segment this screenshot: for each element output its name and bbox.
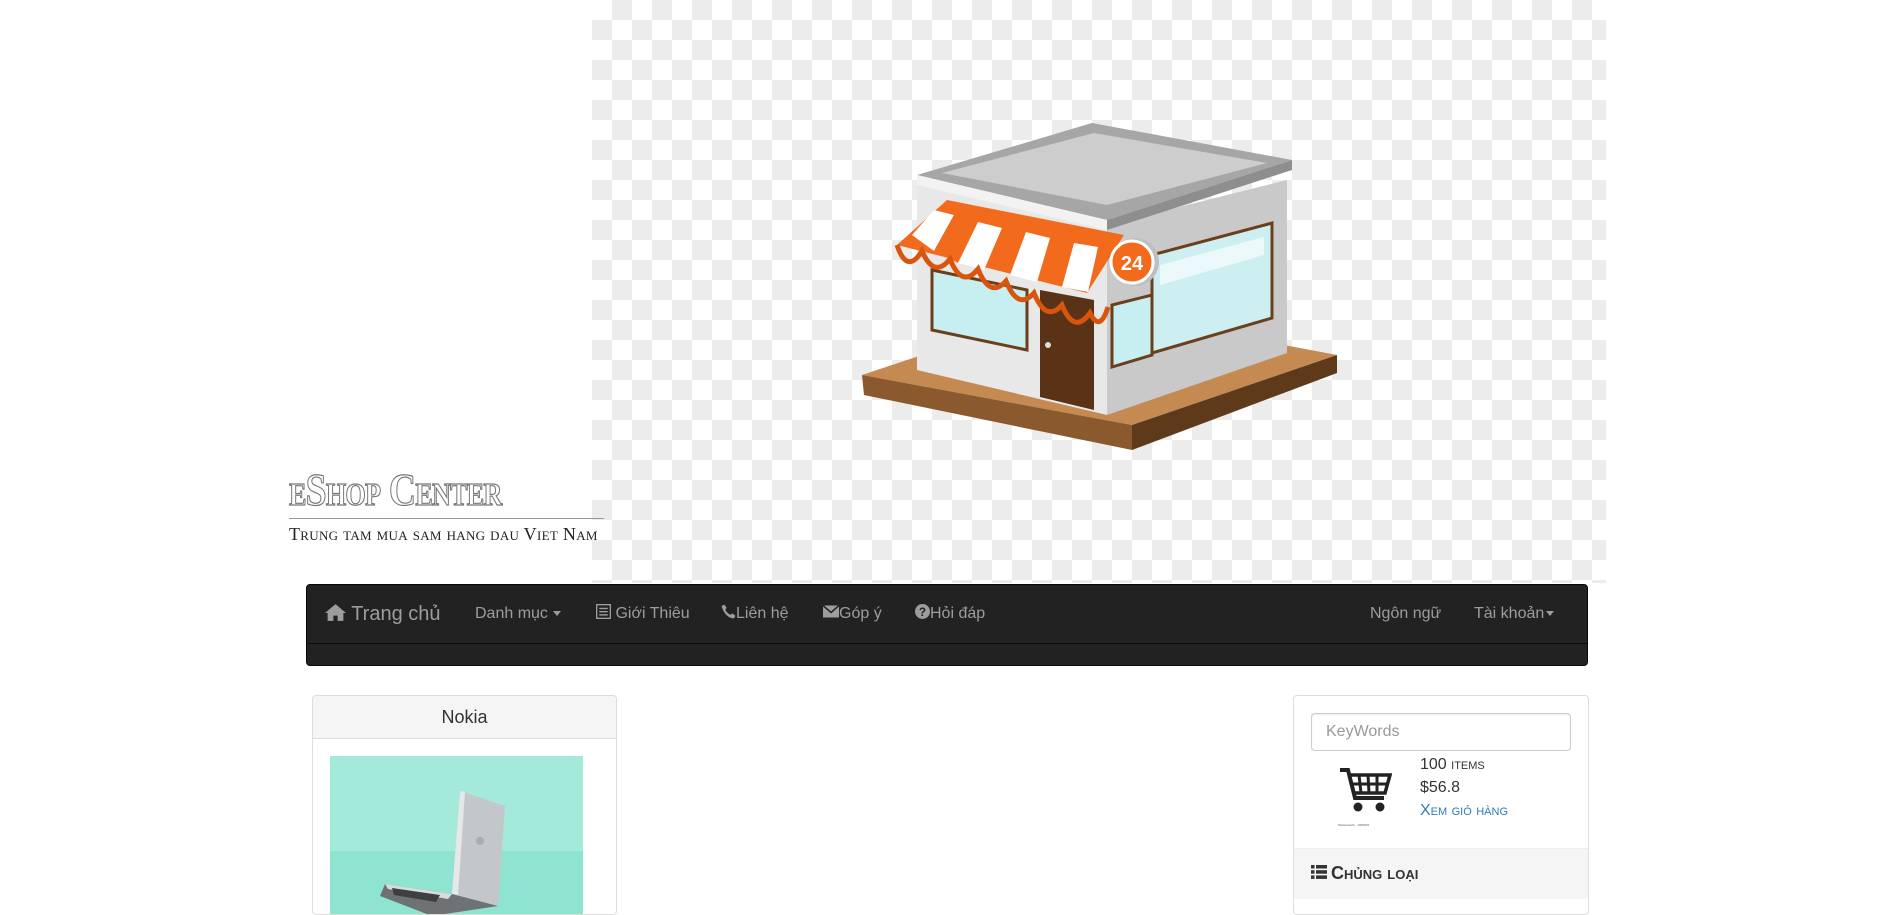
header-banner: 24 [592,0,1606,583]
nav-hoi-dap[interactable]: ? Hỏi đáp [915,585,985,643]
nav-ngon-ngu[interactable]: Ngôn ngữ [1370,585,1441,643]
product-image[interactable] [330,756,583,914]
cart-count-unit: items [1451,756,1485,773]
shopping-cart-icon[interactable] [1338,766,1392,814]
search-input[interactable] [1311,713,1571,751]
phone-icon [721,604,736,619]
home-icon [325,604,346,622]
sidebar-panel: Shutterstock · 1005015 100 items $56.8 X… [1293,695,1589,915]
product-panel-title: Nokia [313,696,616,739]
nav-hoi-dap-label: Hỏi đáp [930,605,986,622]
view-cart-link[interactable]: Xem giỏ hàng [1420,799,1508,822]
svg-text:?: ? [919,606,926,619]
nav-ngon-ngu-label: Ngôn ngữ [1370,605,1442,622]
nav-gioi-thieu-label: Giới Thiêu [615,605,690,622]
caret-down-icon [552,611,561,617]
nav-gop-y-label: Góp ý [839,605,882,622]
list-icon [1311,865,1327,880]
svg-text:24: 24 [1121,253,1144,275]
product-panel: Nokia [312,695,617,915]
categories-title: Chủng loại [1311,863,1418,884]
navbar-row: Trang chủ Danh mục Giới Thiêu Liên hệ Gó… [307,585,1587,644]
logo-title: eShop Center [289,463,503,515]
nav-gioi-thieu[interactable]: Giới Thiêu [595,585,690,643]
nav-danh-muc-label: Danh mục [475,605,548,622]
nav-lien-he[interactable]: Liên hệ [721,585,789,643]
caret-down-icon [1546,611,1555,617]
list-alt-icon [595,603,612,620]
cart-summary: 100 items $56.8 Xem giỏ hàng [1420,753,1508,822]
logo-subtitle: Trung tam mua sam hang dau Viet Nam [289,524,598,544]
envelope-icon [822,605,840,618]
laptop-icon [330,756,583,914]
site-logo[interactable]: eShop Center Trung tam mua sam hang dau … [289,462,604,545]
nav-tai-khoan-label: Tài khoản [1474,605,1545,622]
cart-count-number: 100 [1420,756,1447,773]
store-icon: 24 [862,123,1337,450]
main-navbar: Trang chủ Danh mục Giới Thiêu Liên hệ Gó… [306,584,1588,666]
logo-divider [289,518,604,519]
cart-total: $56.8 [1420,779,1461,796]
nav-home-label: Trang chủ [351,603,441,625]
nav-danh-muc[interactable]: Danh mục [475,585,561,643]
nav-gop-y[interactable]: Góp ý [822,585,882,643]
cart-count: 100 items [1420,753,1508,776]
categories-title-label: Chủng loại [1331,863,1419,883]
question-circle-icon: ? [915,604,930,620]
nav-lien-he-label: Liên hệ [736,605,789,622]
nav-home[interactable]: Trang chủ [325,585,441,643]
nav-tai-khoan[interactable]: Tài khoản [1474,585,1555,643]
categories-heading: Chủng loại [1294,848,1588,899]
cart-image-caption: Shutterstock · 1005015 [1338,823,1370,827]
